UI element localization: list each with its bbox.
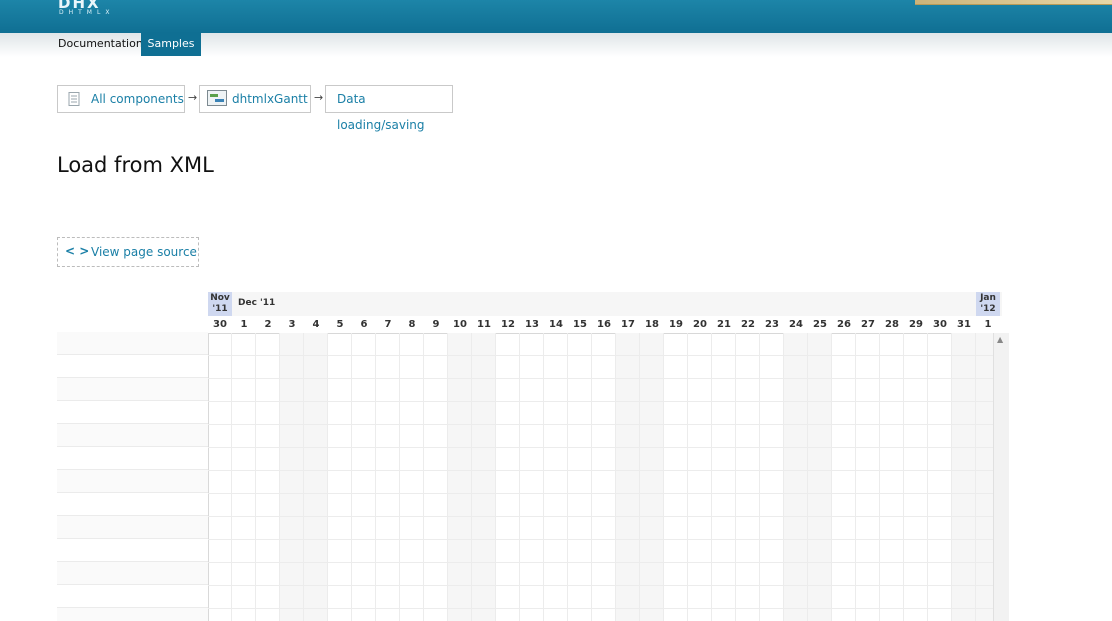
day-label: 13: [525, 319, 539, 330]
day-label: 16: [597, 319, 611, 330]
top-header-bar: DHX DHTMLX: [0, 0, 1112, 34]
day-label: 31: [957, 319, 971, 330]
document-icon: [68, 92, 80, 106]
day-label: 10: [453, 319, 467, 330]
logo-mark: DHX: [58, 0, 101, 12]
nav-tab-documentation[interactable]: Documentation: [52, 33, 143, 56]
day-label: 4: [312, 319, 320, 330]
gantt-icon: [207, 90, 227, 106]
day-label: 27: [861, 319, 875, 330]
grid-row[interactable]: [57, 401, 208, 424]
timeline-row: [208, 494, 993, 517]
timeline-row: [208, 540, 993, 563]
timeline-row: [208, 517, 993, 540]
timeline-row: [208, 333, 993, 356]
day-label: 15: [573, 319, 587, 330]
day-label: 17: [621, 319, 635, 330]
day-label: 6: [360, 319, 368, 330]
day-label: 3: [288, 319, 296, 330]
gantt-chart: Nov '11 Dec '11 Jan '12 30 1 2 3 4 5 6 7 8 9 10 11 12 1…: [57, 292, 1009, 621]
grid-row[interactable]: [57, 424, 208, 447]
month-label: Dec '11: [238, 298, 276, 308]
scroll-up-icon[interactable]: ▲: [997, 335, 1003, 344]
day-label: 22: [741, 319, 755, 330]
grid-row[interactable]: [57, 585, 208, 608]
grid-row[interactable]: [57, 608, 208, 621]
day-label: 24: [789, 319, 803, 330]
grid-row[interactable]: [57, 378, 208, 401]
day-label: 20: [693, 319, 707, 330]
gantt-vertical-scrollbar[interactable]: ▲: [993, 333, 1009, 621]
breadcrumb-all-components[interactable]: All components: [57, 85, 185, 113]
grid-row[interactable]: [57, 493, 208, 516]
breadcrumb-label: All components: [91, 92, 184, 106]
day-label: 14: [549, 319, 563, 330]
logo-subtitle: DHTMLX: [59, 9, 115, 16]
dhtmlx-logo[interactable]: DHX DHTMLX: [58, 0, 134, 18]
breadcrumb-data-loading-saving[interactable]: Data loading/saving: [325, 85, 453, 132]
timeline-row: [208, 425, 993, 448]
day-label: 30: [213, 319, 227, 330]
day-label: 19: [669, 319, 683, 330]
view-source-label: View page source: [91, 245, 197, 259]
timeline-row: [208, 448, 993, 471]
day-label: 26: [837, 319, 851, 330]
month-label: Jan '12: [976, 292, 1000, 316]
gantt-timeline: [208, 333, 1000, 621]
timeline-row: [208, 586, 993, 609]
breadcrumb-label: Data loading/saving: [337, 92, 425, 132]
grid-row[interactable]: [57, 470, 208, 493]
view-source-button[interactable]: < > View page source: [57, 237, 199, 267]
timeline-row: [208, 379, 993, 402]
day-label: 1: [240, 319, 248, 330]
gantt-grid: [57, 332, 209, 621]
timeline-row: [208, 609, 993, 621]
gantt-day-scale: 30 1 2 3 4 5 6 7 8 9 10 11 12 13 14 15 16 17 18 19 20 21 22 23 2…: [208, 316, 1002, 334]
day-label: 1: [984, 319, 992, 330]
day-label: 5: [336, 319, 344, 330]
breadcrumb-dhtmlxgantt[interactable]: dhtmlxGantt: [199, 85, 311, 113]
gantt-month-scale: Nov '11 Dec '11 Jan '12: [208, 292, 1002, 317]
day-label: 18: [645, 319, 659, 330]
grid-row[interactable]: [57, 332, 208, 355]
day-label: 8: [408, 319, 416, 330]
breadcrumb-label: dhtmlxGantt: [232, 92, 308, 106]
grid-row[interactable]: [57, 447, 208, 470]
header-accent-strip: [915, 0, 1112, 5]
grid-row[interactable]: [57, 562, 208, 585]
month-label: Nov '11: [208, 292, 232, 316]
grid-row[interactable]: [57, 355, 208, 378]
day-label: 11: [477, 319, 491, 330]
code-icon: < >: [65, 244, 90, 258]
day-label: 30: [933, 319, 947, 330]
timeline-row: [208, 563, 993, 586]
page-title: Load from XML: [57, 153, 214, 177]
breadcrumb-separator: →: [314, 91, 324, 104]
nav-tab-samples[interactable]: Samples: [141, 33, 201, 56]
day-label: 7: [384, 319, 392, 330]
timeline-row: [208, 402, 993, 425]
breadcrumb-separator: →: [188, 91, 198, 104]
day-label: 28: [885, 319, 899, 330]
day-label: 9: [432, 319, 440, 330]
timeline-row: [208, 356, 993, 379]
day-label: 12: [501, 319, 515, 330]
timeline-row: [208, 471, 993, 494]
grid-row[interactable]: [57, 539, 208, 562]
day-label: 23: [765, 319, 779, 330]
day-label: 2: [264, 319, 272, 330]
day-label: 29: [909, 319, 923, 330]
day-label: 25: [813, 319, 827, 330]
grid-row[interactable]: [57, 516, 208, 539]
day-label: 21: [717, 319, 731, 330]
